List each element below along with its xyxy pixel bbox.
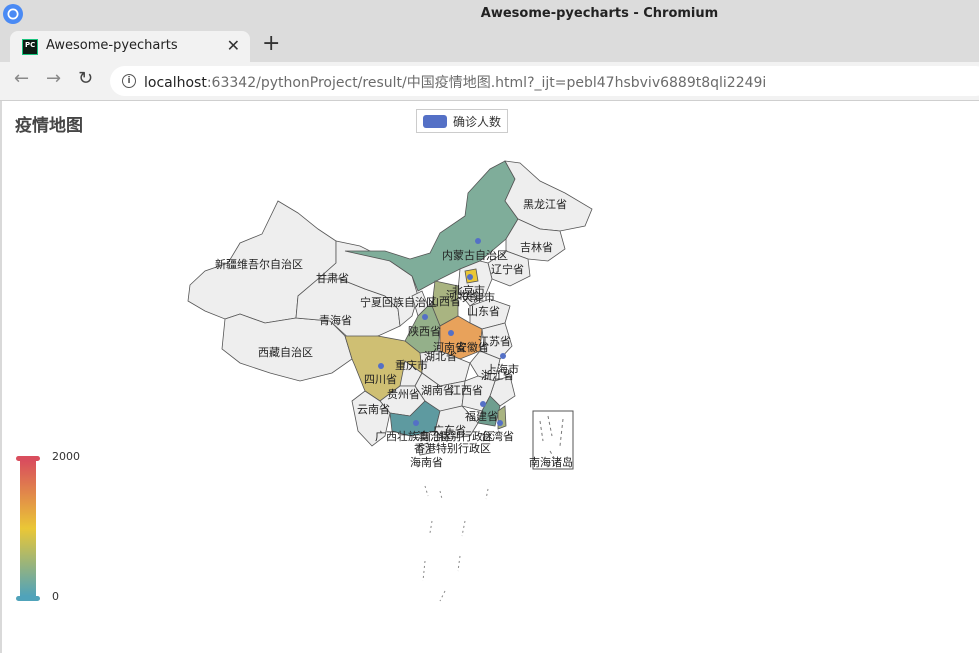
label-qinghai: 青海省 xyxy=(319,313,352,327)
page-left-border xyxy=(0,101,2,653)
label-liaoning: 辽宁省 xyxy=(491,262,524,276)
label-hebei: 河北省 xyxy=(446,289,479,302)
label-ningxia: 宁夏回族自治区 xyxy=(360,295,437,309)
label-hubei: 湖北省 xyxy=(424,350,457,363)
tab-title: Awesome-pyecharts xyxy=(46,38,178,53)
page-content: 疫情地图 确诊人数 黑龙江省 吉林省 辽宁省 内蒙古自治区 新疆维吾尔自治区 甘… xyxy=(0,101,979,653)
new-tab-button[interactable]: + xyxy=(262,31,280,56)
visual-map-min-handle xyxy=(16,596,40,601)
tab-strip: PC Awesome-pyecharts ✕ + xyxy=(0,28,979,62)
label-taiwan: 台湾省 xyxy=(481,429,514,443)
label-hongkong: 香港特别行政区 xyxy=(414,441,491,455)
tab-close-icon[interactable]: ✕ xyxy=(227,36,240,55)
back-button[interactable]: ← xyxy=(14,68,29,89)
label-jilin: 吉林省 xyxy=(520,240,553,254)
label-hainan: 海南省 xyxy=(410,455,443,469)
forward-button[interactable]: → xyxy=(46,68,61,89)
tab-awesome-pyecharts[interactable]: PC Awesome-pyecharts ✕ xyxy=(10,31,250,62)
visual-map-max-handle xyxy=(16,456,40,461)
label-chongqing: 重庆市 xyxy=(395,358,428,372)
label-yunnan: 云南省 xyxy=(357,403,390,416)
label-xinjiang: 新疆维吾尔自治区 xyxy=(215,257,303,271)
site-info-icon[interactable]: i xyxy=(122,74,136,88)
browser-toolbar: ← → ↻ i localhost:63342/pythonProject/re… xyxy=(0,62,979,101)
address-bar[interactable]: i localhost:63342/pythonProject/result/中… xyxy=(110,66,979,96)
visual-map-min-label: 0 xyxy=(52,590,59,603)
label-nanhai: 南海诸岛 xyxy=(529,455,573,469)
window-titlebar: Awesome-pyecharts - Chromium xyxy=(0,0,979,29)
label-fujian: 福建省 xyxy=(465,409,498,423)
url-text[interactable]: localhost:63342/pythonProject/result/中国疫… xyxy=(144,72,766,92)
label-neimenggu: 内蒙古自治区 xyxy=(442,248,508,262)
label-xizang: 西藏自治区 xyxy=(258,345,313,359)
pycharm-favicon-icon: PC xyxy=(22,39,38,55)
label-shaanxi: 陕西省 xyxy=(408,324,441,338)
visual-map-bar[interactable] xyxy=(16,456,40,601)
url-path: :63342/pythonProject/result/中国疫情地图.html?… xyxy=(206,75,767,91)
label-sichuan: 四川省 xyxy=(364,373,397,386)
reload-button[interactable]: ↻ xyxy=(78,68,93,89)
label-gansu: 甘肃省 xyxy=(316,272,349,285)
label-jiangxi: 江西省 xyxy=(450,384,483,397)
label-jiangsu: 江苏省 xyxy=(478,335,511,348)
label-shandong: 山东省 xyxy=(467,305,500,318)
url-host: localhost xyxy=(144,75,207,91)
visual-map-max-label: 2000 xyxy=(52,450,80,463)
china-map[interactable]: 黑龙江省 吉林省 辽宁省 内蒙古自治区 新疆维吾尔自治区 甘肃省 宁夏回族自治区… xyxy=(0,101,979,653)
label-zhejiang: 浙江省 xyxy=(481,369,514,382)
label-guizhou: 贵州省 xyxy=(387,388,420,401)
label-heilongjiang: 黑龙江省 xyxy=(523,198,567,211)
window-title: Awesome-pyecharts - Chromium xyxy=(480,6,719,21)
